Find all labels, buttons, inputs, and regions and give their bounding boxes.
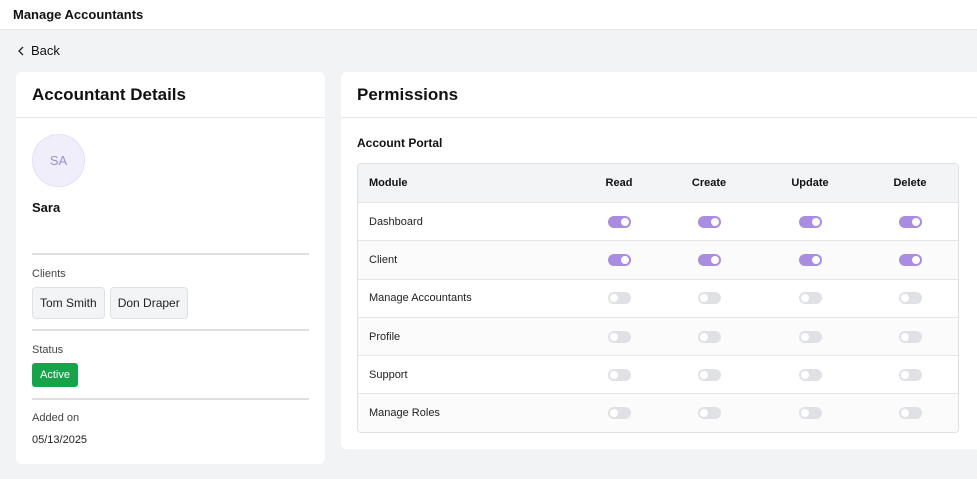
permissions-table: Module Read Create Update Delete Dashboa… <box>357 163 959 433</box>
update-toggle[interactable] <box>798 292 822 305</box>
table-row: Client <box>358 240 958 279</box>
read-cell <box>564 253 674 266</box>
divider <box>32 329 309 331</box>
column-header-module: Module <box>369 177 408 189</box>
update-toggle[interactable] <box>798 368 822 381</box>
read-toggle[interactable] <box>607 368 631 381</box>
table-header: Module Read Create Update Delete <box>358 164 958 202</box>
read-cell <box>564 215 674 228</box>
module-name: Manage Roles <box>369 407 440 420</box>
added-on-label: Added on <box>32 412 80 424</box>
delete-toggle[interactable] <box>898 292 922 305</box>
create-toggle[interactable] <box>697 407 721 420</box>
delete-cell <box>876 368 944 381</box>
top-bar: Manage Accountants <box>0 0 977 30</box>
create-toggle[interactable] <box>697 330 721 343</box>
update-cell <box>744 253 876 266</box>
read-toggle[interactable] <box>607 292 631 305</box>
module-name: Support <box>369 368 408 381</box>
accountant-name: Sara <box>32 200 61 215</box>
status-badge: Active <box>32 363 78 387</box>
update-cell <box>744 215 876 228</box>
table-row: Dashboard <box>358 202 958 240</box>
status-label: Status <box>32 344 64 356</box>
read-toggle[interactable] <box>607 330 631 343</box>
back-label: Back <box>31 43 60 58</box>
column-header-read: Read <box>605 177 633 189</box>
table-body: Dashboard Client Manage Accountants Profile… <box>358 202 958 432</box>
divider <box>32 398 309 400</box>
delete-cell <box>876 292 944 305</box>
read-cell <box>564 292 674 305</box>
column-header-delete: Delete <box>893 177 927 189</box>
update-toggle[interactable] <box>798 253 822 266</box>
delete-cell <box>876 407 944 420</box>
update-toggle[interactable] <box>798 330 822 343</box>
section-title: Account Portal <box>357 136 443 150</box>
create-cell <box>674 292 744 305</box>
back-button[interactable]: Back <box>17 43 60 58</box>
create-toggle[interactable] <box>697 253 721 266</box>
read-toggle[interactable] <box>607 253 631 266</box>
accountant-details-card: Accountant Details SA Sara Clients Tom S… <box>16 72 325 464</box>
update-cell <box>744 407 876 420</box>
update-toggle[interactable] <box>798 407 822 420</box>
module-name: Manage Accountants <box>369 292 472 305</box>
update-cell <box>744 368 876 381</box>
read-cell <box>564 407 674 420</box>
read-cell <box>564 368 674 381</box>
accountant-details-heading: Accountant Details <box>16 72 325 118</box>
update-cell <box>744 330 876 343</box>
read-toggle[interactable] <box>607 407 631 420</box>
update-cell <box>744 292 876 305</box>
create-cell <box>674 253 744 266</box>
table-row: Profile <box>358 316 958 356</box>
table-row: Manage Roles <box>358 393 958 432</box>
permissions-card: Permissions Account Portal Module Read C… <box>341 72 977 449</box>
table-row: Manage Accountants <box>358 278 958 317</box>
clients-label: Clients <box>32 268 66 280</box>
column-header-update: Update <box>791 177 829 189</box>
delete-cell <box>876 253 944 266</box>
read-cell <box>564 330 674 343</box>
delete-toggle[interactable] <box>898 253 922 266</box>
delete-cell <box>876 330 944 343</box>
create-cell <box>674 330 744 343</box>
added-on-date: 05/13/2025 <box>32 434 88 446</box>
table-row: Support <box>358 355 958 393</box>
client-chip[interactable]: Tom Smith <box>32 287 105 319</box>
clients-list: Tom Smith Don Draper <box>32 287 188 319</box>
client-chip[interactable]: Don Draper <box>109 287 188 319</box>
update-toggle[interactable] <box>798 215 822 228</box>
create-toggle[interactable] <box>697 292 721 305</box>
read-toggle[interactable] <box>607 215 631 228</box>
module-name: Client <box>369 253 398 266</box>
delete-toggle[interactable] <box>898 215 922 228</box>
module-name: Dashboard <box>369 215 423 228</box>
create-toggle[interactable] <box>697 215 721 228</box>
divider <box>32 253 309 255</box>
avatar: SA <box>32 134 85 187</box>
create-cell <box>674 215 744 228</box>
chevron-left-icon <box>18 46 24 55</box>
delete-toggle[interactable] <box>898 407 922 420</box>
delete-toggle[interactable] <box>898 330 922 343</box>
delete-cell <box>876 215 944 228</box>
column-header-create: Create <box>691 177 727 189</box>
create-cell <box>674 407 744 420</box>
permissions-heading: Permissions <box>341 72 977 118</box>
page-title: Manage Accountants <box>13 7 144 22</box>
create-toggle[interactable] <box>697 368 721 381</box>
create-cell <box>674 368 744 381</box>
module-name: Profile <box>369 330 401 343</box>
delete-toggle[interactable] <box>898 368 922 381</box>
